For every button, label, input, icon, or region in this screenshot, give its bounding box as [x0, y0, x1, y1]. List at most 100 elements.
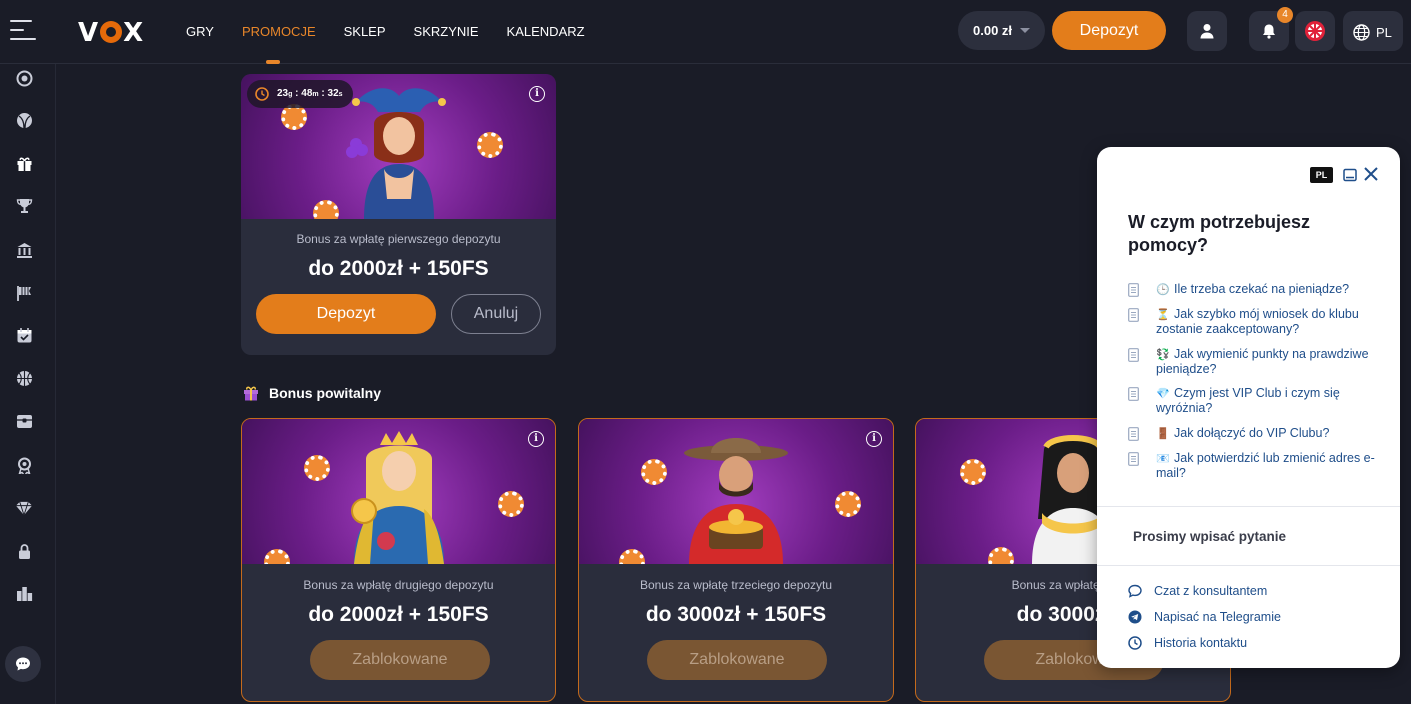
nav-skrzynie[interactable]: SKRZYNIE	[414, 24, 479, 39]
bonus-banner-jester: 23g : 48m : 32s i	[241, 74, 556, 219]
faq-emoji: 💎	[1156, 388, 1170, 400]
faq-emoji: 🕒	[1156, 284, 1170, 296]
logo[interactable]: VX	[78, 18, 144, 48]
balance-dropdown[interactable]: 0.00 zł	[958, 11, 1045, 50]
locked-button[interactable]: Zablokowane	[647, 640, 827, 680]
nav-kalendarz[interactable]: KALENDARZ	[507, 24, 585, 39]
chevron-down-icon	[1020, 28, 1030, 33]
wheel-bonus-button[interactable]	[1295, 11, 1335, 51]
language-label: PL	[1376, 25, 1392, 40]
nav-promocje[interactable]: PROMOCJE	[242, 24, 316, 64]
bank-icon[interactable]	[15, 241, 33, 259]
basketball-icon[interactable]	[15, 369, 33, 387]
notification-badge: 4	[1277, 7, 1293, 23]
bonus-banner-queen: i	[242, 419, 555, 564]
faq-text: Jak dołączyć do VIP Clubu?	[1174, 426, 1330, 440]
faq-item[interactable]: 🕒 Ile trzeba czekać na pieniądze?	[1128, 282, 1378, 297]
trophy-icon[interactable]	[15, 196, 33, 214]
help-title: W czym potrzebujesz pomocy?	[1128, 212, 1311, 255]
chat-icon	[1128, 584, 1142, 598]
contact-label: Napisać na Telegramie	[1154, 610, 1281, 624]
faq-text: Jak potwierdzić lub zmienić adres e-mail…	[1156, 451, 1375, 480]
chip-decoration	[300, 451, 334, 485]
faq-text: Czym jest VIP Club i czym się wyróżnia?	[1156, 386, 1340, 415]
notifications-button[interactable]: 4	[1249, 7, 1293, 51]
contact-chat-link[interactable]: Czat z konsultantem	[1128, 584, 1267, 598]
divider	[1097, 565, 1400, 566]
bonus-deposit-button[interactable]: Depozyt	[256, 294, 436, 334]
lock-icon[interactable]	[15, 542, 33, 560]
diamond-icon[interactable]	[15, 499, 33, 517]
document-icon	[1128, 308, 1139, 322]
faq-item[interactable]: 💎 Czym jest VIP Club i czym się wyróżnia?	[1128, 386, 1378, 415]
globe-icon	[1353, 24, 1370, 41]
deposit-button[interactable]: Depozyt	[1052, 11, 1166, 50]
chip-decoration	[494, 487, 528, 521]
timer-hours: 48	[301, 88, 313, 99]
bonus-timer: 23g : 48m : 32s	[247, 80, 353, 108]
chip-decoration	[831, 487, 865, 521]
explorer-character-image	[684, 438, 788, 564]
chat-bubble-icon	[16, 657, 30, 671]
contact-telegram-link[interactable]: Napisać na Telegramie	[1128, 610, 1281, 624]
info-icon[interactable]: i	[528, 431, 544, 447]
nav-sklep[interactable]: SKLEP	[344, 24, 386, 39]
document-icon	[1128, 387, 1139, 401]
bonus-subtitle: Bonus za wpłatę pierwszego depozytu	[296, 232, 501, 246]
help-widget: PL W czym potrzebujesz pomocy? 🕒 Ile trze…	[1097, 147, 1400, 668]
casino-chip-icon[interactable]	[15, 69, 33, 87]
chest-icon[interactable]	[15, 412, 33, 430]
welcome-bonus-title: Bonus powitalny	[269, 385, 381, 401]
timer-seconds-unit: s	[338, 91, 343, 98]
divider	[1097, 506, 1400, 507]
main-nav: GRY PROMOCJE SKLEP SKRZYNIE KALENDARZ	[186, 24, 585, 64]
faq-text: Jak wymienić punkty na prawdziwe pieniąd…	[1156, 347, 1369, 376]
welcome-bonus-card-2: i Bonus za wpłatę drugiego depozytu do 2…	[241, 418, 556, 702]
faq-item[interactable]: 💱 Jak wymienić punkty na prawdziwe pienią…	[1128, 347, 1378, 376]
language-selector[interactable]: PL	[1343, 11, 1403, 51]
nav-gry[interactable]: GRY	[186, 24, 214, 39]
contact-history-link[interactable]: Historia kontaktu	[1128, 636, 1247, 650]
close-icon[interactable]	[1363, 166, 1379, 182]
faq-item[interactable]: 🚪 Jak dołączyć do VIP Clubu?	[1128, 426, 1378, 441]
faq-item[interactable]: ⏳ Jak szybko mój wniosek do klubu zostani…	[1128, 307, 1378, 336]
gift-icon[interactable]	[15, 154, 33, 172]
contact-label: Czat z konsultantem	[1154, 584, 1268, 598]
minimize-icon[interactable]	[1343, 168, 1357, 182]
jester-character-image	[345, 88, 446, 219]
chip-decoration	[637, 455, 671, 489]
faq-text: Ile trzeba czekać na pieniądze?	[1174, 282, 1350, 296]
faq-item[interactable]: 📧 Jak potwierdzić lub zmienić adres e-mai…	[1128, 451, 1378, 480]
document-icon	[1128, 283, 1139, 297]
calendar-icon[interactable]	[15, 326, 33, 344]
chip-decoration	[956, 455, 990, 489]
welcome-bonus-card-3: i Bonus za wpłatę trzeciego depozytu do …	[578, 418, 894, 702]
leaderboard-icon[interactable]	[15, 585, 33, 603]
bonus-title: do 2000zł + 150FS	[308, 603, 489, 626]
balance-value: 0.00 zł	[973, 23, 1013, 38]
menu-icon[interactable]	[10, 20, 36, 42]
medal-icon[interactable]	[15, 456, 33, 474]
info-icon[interactable]: i	[866, 431, 882, 447]
bonus-banner-explorer: i	[579, 419, 893, 564]
sidebar	[0, 64, 56, 704]
bonus-cancel-button[interactable]: Anuluj	[451, 294, 541, 334]
info-icon[interactable]: i	[529, 86, 545, 102]
top-header: VX GRY PROMOCJE SKLEP SKRZYNIE KALENDARZ…	[0, 0, 1411, 64]
sport-ball-icon[interactable]	[15, 111, 33, 129]
contact-label: Historia kontaktu	[1154, 636, 1248, 650]
timer-seconds: 32	[327, 88, 339, 99]
bonus-title: do 2000zł + 150FS	[308, 257, 489, 280]
document-icon	[1128, 452, 1139, 466]
faq-emoji: 🚪	[1156, 428, 1170, 440]
question-input[interactable]: Prosimy wpisać pytanie	[1133, 529, 1286, 544]
queen-character-image	[350, 431, 444, 564]
profile-button[interactable]	[1187, 11, 1227, 51]
flag-icon[interactable]	[15, 284, 33, 302]
chat-button[interactable]	[5, 646, 41, 682]
welcome-bonus-heading: Bonus powitalny	[243, 385, 381, 401]
help-language-badge[interactable]: PL	[1310, 167, 1333, 183]
locked-button[interactable]: Zablokowane	[310, 640, 490, 680]
timer-days: 23	[277, 88, 289, 99]
gift-icon	[244, 386, 258, 401]
